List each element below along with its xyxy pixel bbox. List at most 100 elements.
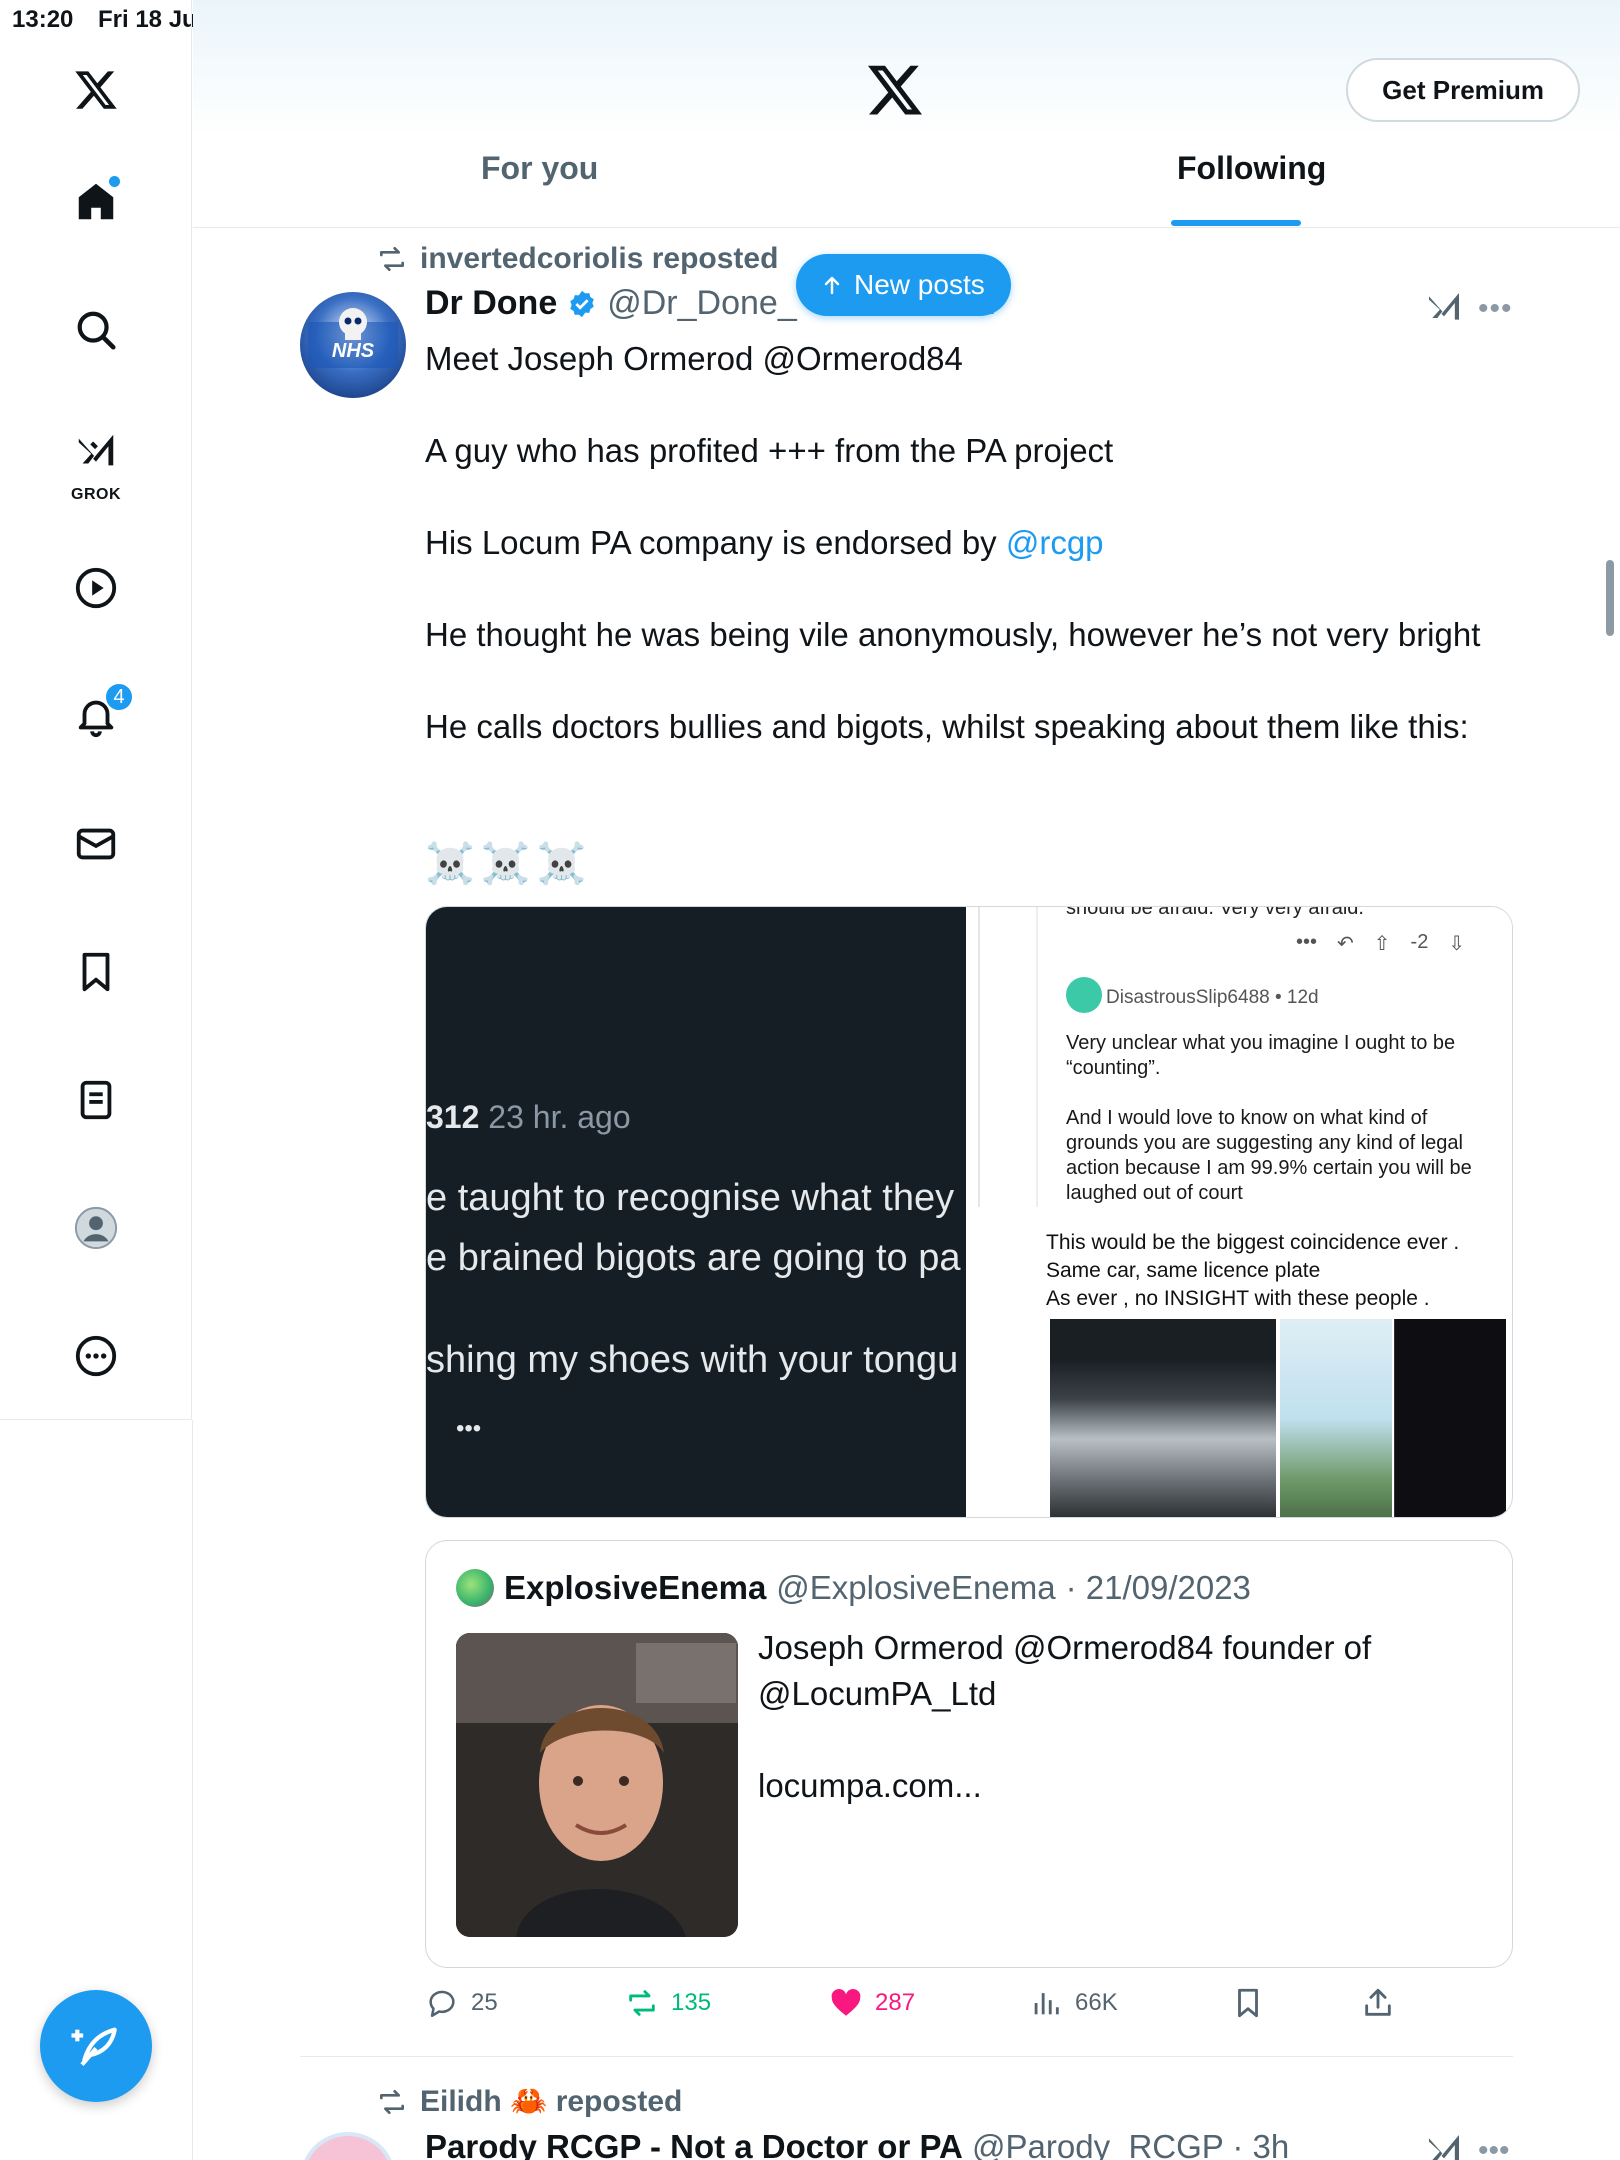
repost-icon <box>380 2089 404 2114</box>
sidebar-item-messages[interactable] <box>66 814 126 874</box>
sidebar-item-explore[interactable] <box>66 300 126 360</box>
sidebar-x-logo[interactable] <box>66 60 126 120</box>
notification-badge: 4 <box>104 682 134 712</box>
post-line-4: He thought he was being vile anonymously… <box>425 616 1481 653</box>
post-line-1: Meet Joseph Ormerod @Ormerod84 <box>425 340 963 377</box>
share-button[interactable] <box>1361 1986 1395 2020</box>
mail-icon <box>76 828 116 860</box>
sidebar-item-profile[interactable] <box>66 1198 126 1258</box>
list-icon <box>80 1080 112 1120</box>
verified-badge-icon <box>570 290 594 317</box>
media-image-reddit-thread[interactable]: should be afraid. Very very afraid. ••• ↶… <box>966 906 1512 1517</box>
reply-count: 25 <box>471 1989 498 2016</box>
post2-avatar[interactable] <box>300 2132 396 2160</box>
share-icon <box>1365 1988 1391 2016</box>
author-name[interactable]: Dr Done <box>425 284 557 323</box>
bookmark-icon <box>1238 1988 1258 2018</box>
media-right-actions: ••• ↶ ⇧ -2 ⇩ <box>1296 931 1466 955</box>
avatar-icon <box>74 1206 118 1250</box>
get-premium-button[interactable]: Get Premium <box>1346 58 1580 122</box>
scrollbar[interactable] <box>1606 560 1614 636</box>
sidebar-item-bookmarks[interactable] <box>66 942 126 1002</box>
like-count: 287 <box>875 1989 916 2016</box>
views-button[interactable]: 66K <box>1029 1986 1118 2020</box>
post2-author-name[interactable]: Parody RCGP - Not a Doctor or PA <box>425 2128 963 2160</box>
reply-icon <box>429 1990 455 2018</box>
post-text: Meet Joseph Ormerod @Ormerod84 A guy who… <box>425 336 1515 750</box>
sidebar-item-notifications[interactable]: 4 <box>66 682 134 746</box>
post-media-grid[interactable]: 312 23 hr. ago e taught to recognise wha… <box>425 906 1513 1518</box>
top-header: Get Premium For you Following <box>193 0 1620 228</box>
sidebar-item-home[interactable] <box>66 172 126 232</box>
quote-date: · 21/09/2023 <box>1065 1569 1251 1606</box>
x-logo-icon[interactable] <box>865 60 925 120</box>
unread-dot <box>109 176 120 187</box>
post-line-5: He calls doctors bullies and bigots, whi… <box>425 708 1469 745</box>
post2-author-handle[interactable]: @Parody_RCGP <box>972 2128 1223 2160</box>
media-instagram-screenshot <box>1394 1319 1506 1517</box>
arrow-up-icon <box>824 276 840 295</box>
tab-for-you[interactable]: For you <box>481 150 598 187</box>
play-icon <box>75 567 117 609</box>
media-left-user: 312 <box>426 1099 480 1135</box>
media-left-line-3: shing my shoes with your tongu <box>426 1339 959 1381</box>
repost-by-text-2: Eilidh 🦀 reposted <box>420 2085 683 2118</box>
post-line-3: His Locum PA company is endorsed by <box>425 524 1006 561</box>
reply-button[interactable]: 25 <box>425 1986 498 2020</box>
skulls-emoji: ☠️☠️☠️ <box>425 842 593 886</box>
author-handle[interactable]: @Dr_Done_ <box>607 284 797 323</box>
grok-explain-icon[interactable] <box>1424 2130 1464 2160</box>
quote-photo <box>456 1633 738 1937</box>
quote-author-handle: @ExplosiveEnema <box>776 1569 1056 1606</box>
new-posts-label: New posts <box>854 269 985 300</box>
repost-icon <box>629 1990 655 2016</box>
post-actions-bar: 25 135 287 66K <box>425 1986 1513 2032</box>
author-avatar[interactable]: NHS <box>300 292 406 398</box>
views-chart-icon <box>1034 1993 1059 2015</box>
new-posts-button[interactable]: New posts <box>796 254 1011 316</box>
grok-explain-icon[interactable] <box>1424 288 1464 328</box>
heart-icon <box>831 1988 861 2016</box>
repost-button[interactable]: 135 <box>625 1986 711 2020</box>
media-vote-count: -2 <box>1410 931 1429 953</box>
post-divider <box>300 2056 1513 2057</box>
media-right-top-text: should be afraid. Very very afraid. <box>1066 906 1364 919</box>
media-landscape-photo <box>1280 1319 1392 1517</box>
feather-plus-icon <box>71 2027 117 2067</box>
avatar-nhs-text: NHS <box>332 340 375 362</box>
repost-indicator-2[interactable]: Eilidh 🦀 reposted <box>376 2084 682 2119</box>
quote-avatar <box>456 1569 494 1607</box>
sidebar-item-grok[interactable]: GROK <box>66 424 126 503</box>
repost-count: 135 <box>671 1989 712 2016</box>
post-more-icon[interactable]: ••• <box>1478 292 1513 326</box>
thread-lines <box>978 907 1038 1207</box>
skull-avatar-icon: NHS <box>308 308 398 368</box>
media-comment-user: DisastrousSlip6488 • 12d <box>1106 987 1319 1008</box>
quoted-post[interactable]: ExplosiveEnema @ExplosiveEnema · 21/09/2… <box>425 1540 1513 1968</box>
repost-indicator[interactable]: invertedcoriolis reposted <box>376 242 778 276</box>
more-icon <box>75 1335 117 1377</box>
media-left-line-1: e taught to recognise what they <box>426 1177 955 1219</box>
bookmark-button[interactable] <box>1231 1986 1265 2020</box>
media-car-photo <box>1050 1319 1276 1517</box>
active-tab-indicator <box>1171 220 1301 226</box>
repost-by-text: invertedcoriolis reposted <box>420 242 779 275</box>
sidebar-item-more[interactable] <box>66 1326 126 1386</box>
grok-icon <box>78 434 114 466</box>
tab-following[interactable]: Following <box>1177 150 1326 187</box>
quote-author-name: ExplosiveEnema <box>504 1569 767 1606</box>
compose-post-button[interactable] <box>40 1990 152 2102</box>
post2-more-icon[interactable]: ••• <box>1478 2134 1510 2160</box>
like-button[interactable]: 287 <box>829 1986 915 2020</box>
post2-time[interactable]: · 3h <box>1232 2128 1289 2160</box>
sidebar: GROK 4 <box>0 0 192 1420</box>
quote-author-row: ExplosiveEnema @ExplosiveEnema · 21/09/2… <box>456 1569 1251 1607</box>
sidebar-item-videos[interactable] <box>66 558 126 618</box>
bookmark-icon <box>82 952 110 992</box>
media-image-dark-comment[interactable]: 312 23 hr. ago e taught to recognise wha… <box>426 907 966 1517</box>
mention-link[interactable]: @rcgp <box>1006 524 1104 561</box>
sidebar-item-lists[interactable] <box>66 1070 126 1130</box>
x-logo-icon <box>75 71 117 109</box>
media-left-line-2: e brained bigots are going to pa <box>426 1237 961 1279</box>
media-left-ellipsis: ••• <box>456 1415 482 1442</box>
